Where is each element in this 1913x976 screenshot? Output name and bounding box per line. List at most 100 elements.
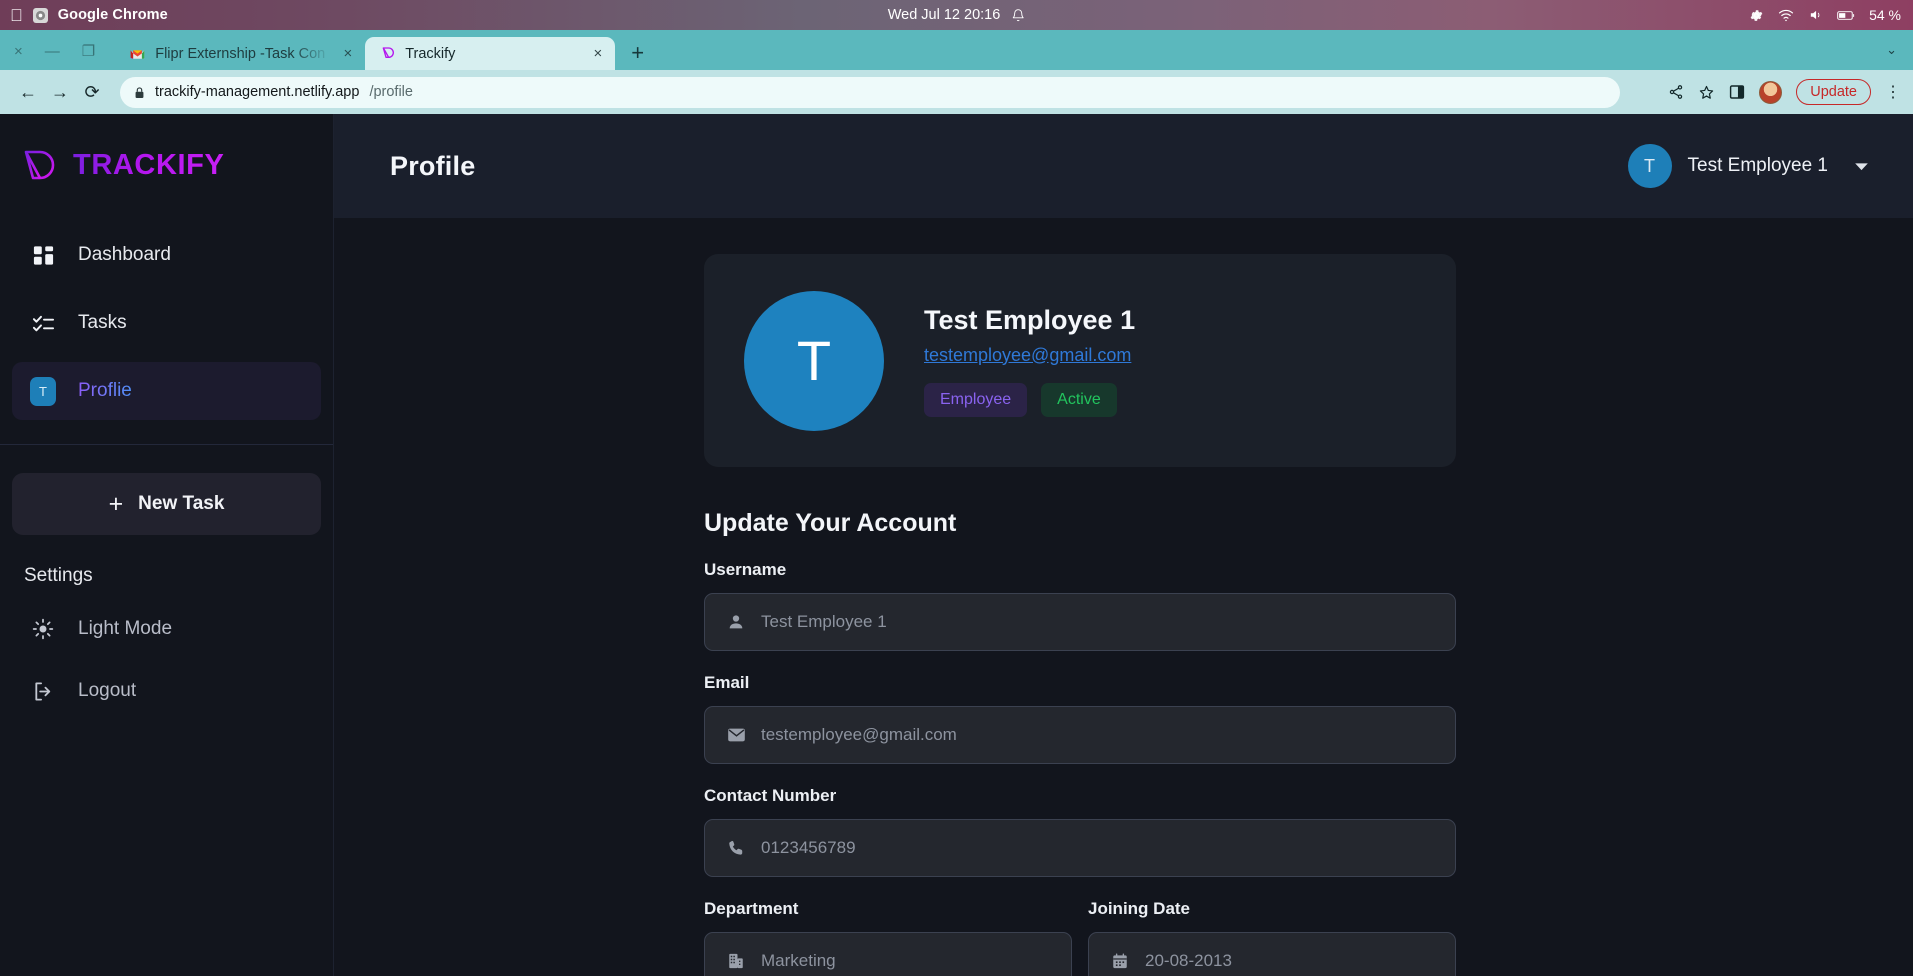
battery-percentage: 54 % (1869, 7, 1901, 23)
avatar: T (744, 291, 884, 431)
volume-icon[interactable] (1808, 8, 1823, 22)
address-bar-host: trackify-management.netlify.app (155, 84, 359, 100)
chrome-app-icon (33, 8, 48, 23)
grid-dashboard-icon (30, 244, 56, 267)
sidebar: TRACKIFY Dashboard Tasks (0, 114, 334, 976)
main-area: Profile T Test Employee 1 T Test Employe… (334, 114, 1913, 976)
battery-icon[interactable] (1837, 10, 1855, 21)
forward-icon[interactable]: → (44, 76, 76, 108)
sidebar-item-profile[interactable]: T Proflie (12, 362, 321, 420)
new-task-area: + New Task (0, 445, 333, 535)
chevron-down-icon[interactable] (1854, 162, 1869, 171)
username-value: Test Employee 1 (761, 612, 887, 632)
field-label: Email (704, 673, 1456, 693)
close-icon[interactable]: × (590, 45, 605, 62)
toolbar-actions: Update ⋮ (1668, 79, 1901, 106)
chevron-down-icon[interactable]: ⌄ (1886, 42, 1913, 70)
page-title: Profile (390, 151, 475, 182)
window-close-icon[interactable]: × (14, 44, 23, 59)
sidebar-item-label: Proflie (78, 380, 132, 402)
phone-icon (725, 839, 747, 857)
field-label: Username (704, 560, 1456, 580)
email-input[interactable]: testemployee@gmail.com (704, 706, 1456, 764)
profile-info: Test Employee 1 testemployee@gmail.com E… (924, 305, 1135, 417)
sidebar-item-logout[interactable]: Logout (12, 667, 321, 715)
settings-gear-icon[interactable] (1749, 8, 1764, 23)
profile-email-link[interactable]: testemployee@gmail.com (924, 345, 1135, 366)
side-panel-icon[interactable] (1729, 84, 1745, 100)
lock-icon[interactable] (134, 86, 145, 99)
sidebar-item-dashboard[interactable]: Dashboard (12, 226, 321, 284)
field-label: Joining Date (1088, 899, 1456, 919)
kebab-menu-icon[interactable]: ⋮ (1885, 82, 1901, 102)
new-tab-button[interactable]: + (615, 42, 644, 70)
os-bar-right[interactable]: 54 % (1749, 7, 1913, 23)
address-bar-path: /profile (369, 84, 413, 100)
user-menu[interactable]: T Test Employee 1 (1628, 144, 1869, 188)
settings-list: Light Mode Logout (0, 587, 333, 715)
page-content: T Test Employee 1 testemployee@gmail.com… (334, 218, 1913, 976)
contact-number-input[interactable]: 0123456789 (704, 819, 1456, 877)
gmail-icon (129, 45, 146, 62)
window-minimize-icon[interactable]: — (45, 44, 60, 59)
contact-number-value: 0123456789 (761, 838, 856, 858)
sidebar-item-light-mode[interactable]: Light Mode (12, 605, 321, 653)
department-input[interactable]: Marketing (704, 932, 1072, 976)
apple-logo-icon[interactable]:  (10, 7, 23, 24)
browser-tab-strip: × — ❐ Flipr Externship -Task Con × Track… (0, 30, 1913, 70)
department-value: Marketing (761, 951, 836, 971)
settings-heading: Settings (0, 535, 333, 587)
close-icon[interactable]: × (340, 45, 355, 62)
os-top-bar:  Google Chrome Wed Jul 12 20:16 (0, 0, 1913, 30)
building-icon (725, 952, 747, 970)
field-department: Department Mar (704, 899, 1072, 976)
email-value: testemployee@gmail.com (761, 725, 957, 745)
back-icon[interactable]: ← (12, 76, 44, 108)
os-active-app-name[interactable]: Google Chrome (58, 7, 168, 23)
logout-icon (30, 680, 56, 703)
notification-bell-icon[interactable] (1011, 8, 1025, 23)
sun-icon (30, 618, 56, 640)
username-input[interactable]: Test Employee 1 (704, 593, 1456, 651)
profile-avatar[interactable] (1759, 81, 1782, 104)
star-icon[interactable] (1698, 84, 1715, 101)
os-bar-left:  Google Chrome (0, 7, 168, 24)
trackify-icon (379, 45, 396, 62)
plus-icon: + (109, 492, 124, 517)
sidebar-item-label: Dashboard (78, 244, 171, 266)
user-name-label: Test Employee 1 (1688, 155, 1828, 177)
browser-tab-title: Flipr Externship -Task Con (155, 46, 331, 62)
profile-badges: Employee Active (924, 383, 1135, 417)
page-header: Profile T Test Employee 1 (334, 114, 1913, 218)
field-joining-date: Joining Date 20-08-2013 (1088, 899, 1456, 976)
app-root: TRACKIFY Dashboard Tasks (0, 114, 1913, 976)
envelope-icon (725, 727, 747, 743)
new-task-label: New Task (138, 493, 224, 515)
calendar-icon (1109, 952, 1131, 970)
brand-logo[interactable]: TRACKIFY (0, 114, 333, 182)
update-button[interactable]: Update (1796, 79, 1871, 106)
os-datetime: Wed Jul 12 20:16 (888, 7, 1001, 23)
sidebar-avatar-letter: T (30, 377, 56, 406)
field-contact-number: Contact Number 0123456789 (704, 786, 1456, 877)
trackify-logo-icon (22, 148, 60, 182)
address-bar[interactable]: trackify-management.netlify.app/profile (120, 77, 1620, 108)
profile-summary-card: T Test Employee 1 testemployee@gmail.com… (704, 254, 1456, 467)
sidebar-item-tasks[interactable]: Tasks (12, 294, 321, 352)
new-task-button[interactable]: + New Task (12, 473, 321, 535)
reload-icon[interactable]: ⟳ (76, 76, 108, 108)
browser-tab-inactive[interactable]: Flipr Externship -Task Con × (115, 37, 365, 70)
content-column: T Test Employee 1 testemployee@gmail.com… (704, 254, 1456, 976)
browser-tab-active[interactable]: Trackify × (365, 37, 615, 70)
os-clock-area[interactable]: Wed Jul 12 20:16 (888, 7, 1026, 23)
window-restore-icon[interactable]: ❐ (82, 44, 95, 59)
field-label: Contact Number (704, 786, 1456, 806)
status-badge-role: Employee (924, 383, 1027, 417)
status-badge-active: Active (1041, 383, 1117, 417)
joining-date-input[interactable]: 20-08-2013 (1088, 932, 1456, 976)
sidebar-nav: Dashboard Tasks T Proflie (0, 182, 333, 420)
share-icon[interactable] (1668, 84, 1684, 100)
user-avatar-icon: T (30, 377, 56, 406)
sidebar-item-label: Tasks (78, 312, 127, 334)
wifi-icon[interactable] (1778, 9, 1794, 22)
